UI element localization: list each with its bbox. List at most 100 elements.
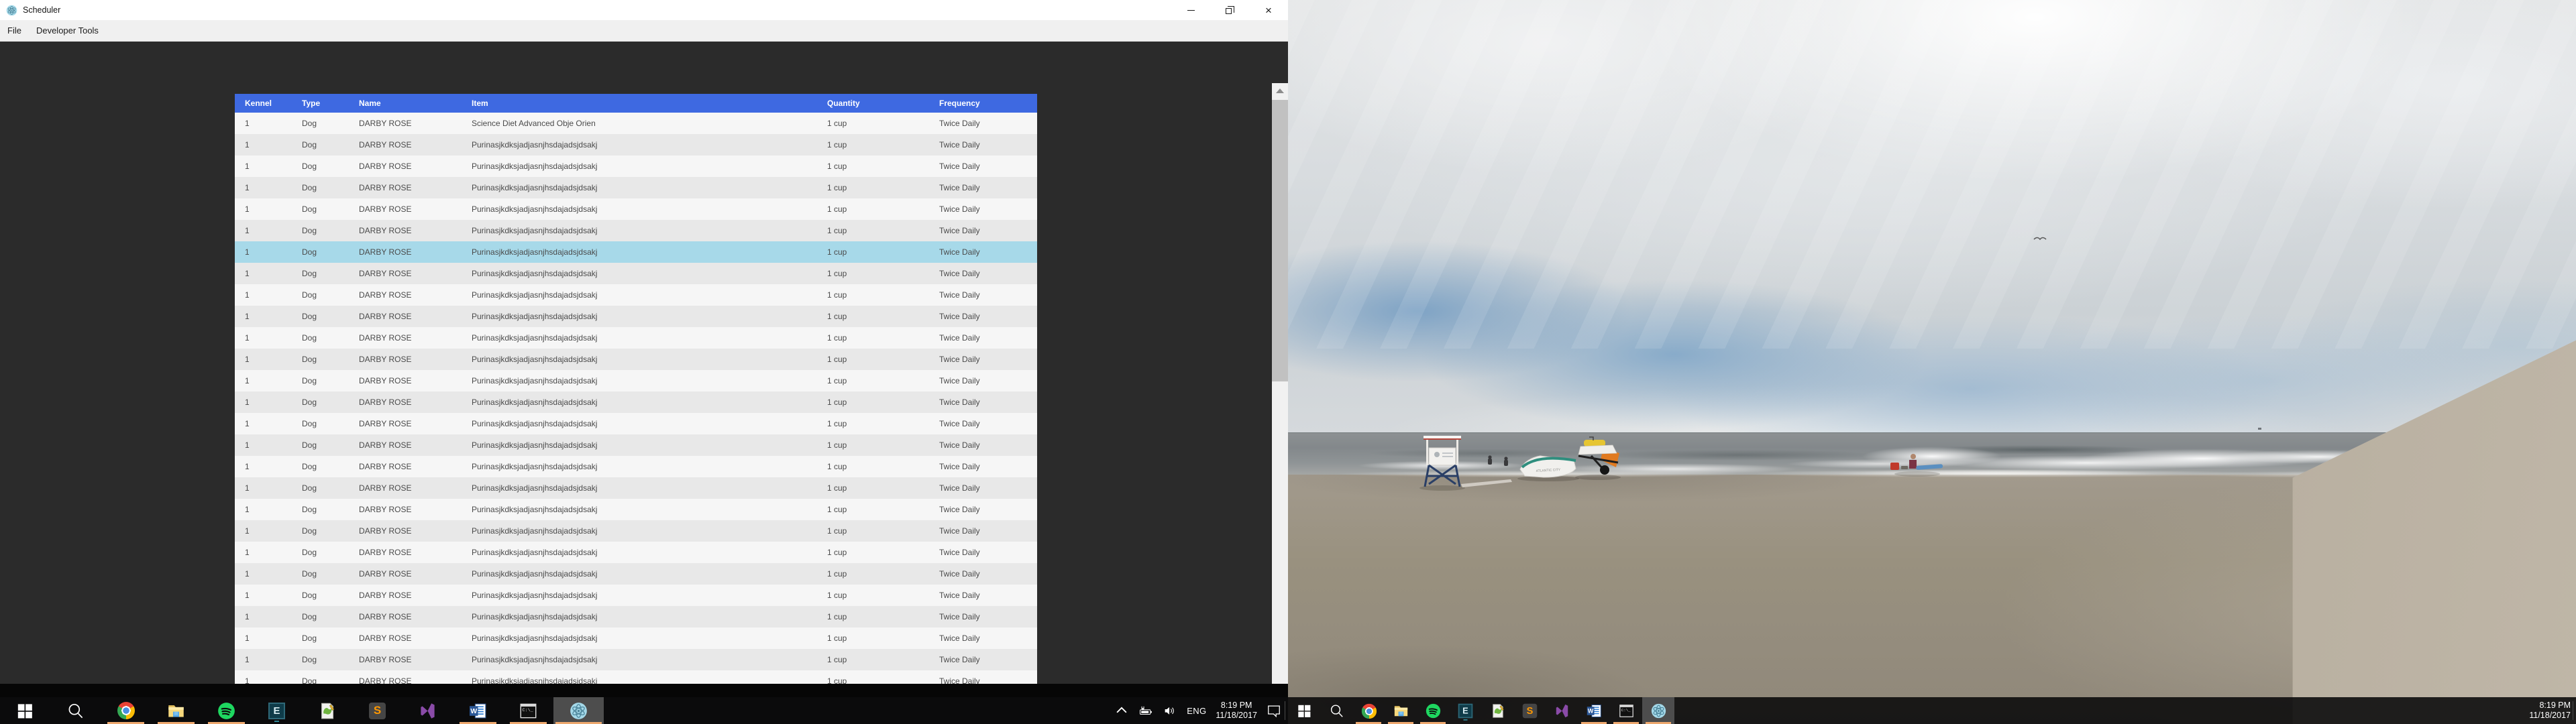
- minimize-button[interactable]: [1171, 0, 1210, 20]
- search-icon: [1328, 703, 1344, 718]
- table-row[interactable]: 1DogDARBY ROSEPurinasjkdksjadjasnjhsdaja…: [235, 220, 1037, 241]
- start-icon: [16, 702, 34, 720]
- column-header-kennel[interactable]: Kennel: [235, 99, 302, 108]
- column-header-frequency[interactable]: Frequency: [939, 99, 1037, 108]
- taskbar-button-sublime-text[interactable]: S: [1513, 697, 1546, 724]
- table-row[interactable]: 1DogDARBY ROSEPurinasjkdksjadjasnjhsdaja…: [235, 156, 1037, 177]
- cell-item: Purinasjkdksjadjasnjhsdajadsjdsakj: [472, 548, 827, 557]
- cell-kennel: 1: [235, 183, 302, 192]
- table-row[interactable]: 1DogDARBY ROSEPurinasjkdksjadjasnjhsdaja…: [235, 585, 1037, 606]
- table-row[interactable]: 1DogDARBY ROSEPurinasjkdksjadjasnjhsdaja…: [235, 542, 1037, 563]
- taskbar-button-visual-studio[interactable]: [402, 697, 453, 724]
- table-row[interactable]: 1DogDARBY ROSEPurinasjkdksjadjasnjhsdaja…: [235, 563, 1037, 585]
- column-header-quantity[interactable]: Quantity: [827, 99, 939, 108]
- cell-kennel: 1: [235, 204, 302, 214]
- taskbar-button-chrome[interactable]: [1352, 697, 1385, 724]
- restore-button[interactable]: [1210, 0, 1249, 20]
- cell-type: Dog: [302, 440, 359, 450]
- taskbar-button-visual-studio[interactable]: [1546, 697, 1578, 724]
- table-row[interactable]: 1DogDARBY ROSEScience Diet Advanced Obje…: [235, 113, 1037, 134]
- table-row[interactable]: 1DogDARBY ROSEPurinasjkdksjadjasnjhsdaja…: [235, 391, 1037, 413]
- taskbar-button-command-prompt[interactable]: C:\_: [1610, 697, 1642, 724]
- cell-item: Purinasjkdksjadjasnjhsdajadsjdsakj: [472, 398, 827, 407]
- right-clock-date: 11/18/2017: [2529, 711, 2571, 720]
- right-show-desktop-button[interactable]: [2573, 701, 2576, 720]
- table-row[interactable]: 1DogDARBY ROSEPurinasjkdksjadjasnjhsdaja…: [235, 649, 1037, 670]
- cell-name: DARBY ROSE: [359, 398, 472, 407]
- menu-developer-tools[interactable]: Developer Tools: [29, 20, 106, 41]
- taskbar-clock[interactable]: 8:19 PM 11/18/2017: [1216, 701, 1257, 721]
- language-indicator[interactable]: ENG: [1187, 706, 1206, 716]
- taskbar-button-notepad-plus-plus[interactable]: [302, 697, 352, 724]
- table-row[interactable]: 1DogDARBY ROSEPurinasjkdksjadjasnjhsdaja…: [235, 413, 1037, 434]
- cell-type: Dog: [302, 505, 359, 514]
- cell-name: DARBY ROSE: [359, 290, 472, 300]
- cell-name: DARBY ROSE: [359, 226, 472, 235]
- taskbar-button-file-explorer[interactable]: [1385, 697, 1417, 724]
- table-row[interactable]: 1DogDARBY ROSEPurinasjkdksjadjasnjhsdaja…: [235, 177, 1037, 198]
- cell-frequency: Twice Daily: [939, 655, 1037, 664]
- taskbar-button-spotify[interactable]: [1417, 697, 1449, 724]
- taskbar-button-word[interactable]: W: [453, 697, 503, 724]
- action-center-icon[interactable]: [1267, 705, 1281, 717]
- right-taskbar-clock[interactable]: 8:19 PM 11/18/2017: [2529, 701, 2571, 721]
- table-row[interactable]: 1DogDARBY ROSEPurinasjkdksjadjasnjhsdaja…: [235, 456, 1037, 477]
- cell-quantity: 1 cup: [827, 591, 939, 600]
- cell-type: Dog: [302, 655, 359, 664]
- scroll-up-button[interactable]: [1272, 83, 1288, 98]
- table-row[interactable]: 1DogDARBY ROSEPurinasjkdksjadjasnjhsdaja…: [235, 434, 1037, 456]
- taskbar-button-search[interactable]: [50, 697, 101, 724]
- taskbar-button-spotify[interactable]: [201, 697, 252, 724]
- table-row[interactable]: 1DogDARBY ROSEPurinasjkdksjadjasnjhsdaja…: [235, 670, 1037, 684]
- taskbar-button-chrome[interactable]: [101, 697, 151, 724]
- taskbar-button-e-editor[interactable]: E: [1449, 697, 1481, 724]
- tray-overflow-chevron-icon[interactable]: [1114, 705, 1129, 717]
- taskbar-button-electron-scheduler[interactable]: [1642, 697, 1674, 724]
- taskbar-button-sublime-text[interactable]: S: [352, 697, 402, 724]
- taskbar-button-word[interactable]: W: [1578, 697, 1610, 724]
- close-button[interactable]: ×: [1249, 0, 1288, 20]
- cell-type: Dog: [302, 462, 359, 471]
- cell-kennel: 1: [235, 676, 302, 684]
- taskbar-button-command-prompt[interactable]: C:\_: [503, 697, 553, 724]
- table-row[interactable]: 1DogDARBY ROSEPurinasjkdksjadjasnjhsdaja…: [235, 477, 1037, 499]
- table-row[interactable]: 1DogDARBY ROSEPurinasjkdksjadjasnjhsdaja…: [235, 370, 1037, 391]
- scrollbar-thumb[interactable]: [1272, 100, 1288, 381]
- table-row-selected[interactable]: 1DogDARBY ROSEPurinasjkdksjadjasnjhsdaja…: [235, 241, 1037, 263]
- table-row[interactable]: 1DogDARBY ROSEPurinasjkdksjadjasnjhsdaja…: [235, 306, 1037, 327]
- cell-item: Purinasjkdksjadjasnjhsdajadsjdsakj: [472, 591, 827, 600]
- table-row[interactable]: 1DogDARBY ROSEPurinasjkdksjadjasnjhsdaja…: [235, 499, 1037, 520]
- volume-icon[interactable]: [1163, 705, 1177, 717]
- vertical-scrollbar[interactable]: [1272, 83, 1288, 684]
- battery-icon[interactable]: [1138, 705, 1153, 717]
- table-row[interactable]: 1DogDARBY ROSEPurinasjkdksjadjasnjhsdaja…: [235, 198, 1037, 220]
- table-row[interactable]: 1DogDARBY ROSEPurinasjkdksjadjasnjhsdaja…: [235, 606, 1037, 627]
- taskbar-button-start[interactable]: [1288, 697, 1320, 724]
- table-row[interactable]: 1DogDARBY ROSEPurinasjkdksjadjasnjhsdaja…: [235, 284, 1037, 306]
- table-row[interactable]: 1DogDARBY ROSEPurinasjkdksjadjasnjhsdaja…: [235, 520, 1037, 542]
- taskbar-button-e-editor[interactable]: E: [252, 697, 302, 724]
- column-header-name[interactable]: Name: [359, 99, 472, 108]
- cell-type: Dog: [302, 612, 359, 621]
- menu-file[interactable]: File: [0, 20, 29, 41]
- table-row[interactable]: 1DogDARBY ROSEPurinasjkdksjadjasnjhsdaja…: [235, 327, 1037, 349]
- taskbar-button-electron-scheduler[interactable]: [553, 697, 604, 724]
- cell-name: DARBY ROSE: [359, 183, 472, 192]
- column-header-type[interactable]: Type: [302, 99, 359, 108]
- taskbar-button-file-explorer[interactable]: [151, 697, 201, 724]
- taskbar-button-start[interactable]: [0, 697, 50, 724]
- column-header-item[interactable]: Item: [472, 99, 827, 108]
- cell-kennel: 1: [235, 290, 302, 300]
- svg-text:W: W: [1587, 707, 1593, 714]
- taskbar-button-notepad-plus-plus[interactable]: [1481, 697, 1513, 724]
- cell-frequency: Twice Daily: [939, 140, 1037, 149]
- table-row[interactable]: 1DogDARBY ROSEPurinasjkdksjadjasnjhsdaja…: [235, 134, 1037, 156]
- cell-frequency: Twice Daily: [939, 440, 1037, 450]
- cell-name: DARBY ROSE: [359, 569, 472, 579]
- taskbar-button-search[interactable]: [1320, 697, 1352, 724]
- table-row[interactable]: 1DogDARBY ROSEPurinasjkdksjadjasnjhsdaja…: [235, 349, 1037, 370]
- table-row[interactable]: 1DogDARBY ROSEPurinasjkdksjadjasnjhsdaja…: [235, 263, 1037, 284]
- cell-item: Purinasjkdksjadjasnjhsdajadsjdsakj: [472, 634, 827, 643]
- cell-type: Dog: [302, 483, 359, 493]
- table-row[interactable]: 1DogDARBY ROSEPurinasjkdksjadjasnjhsdaja…: [235, 627, 1037, 649]
